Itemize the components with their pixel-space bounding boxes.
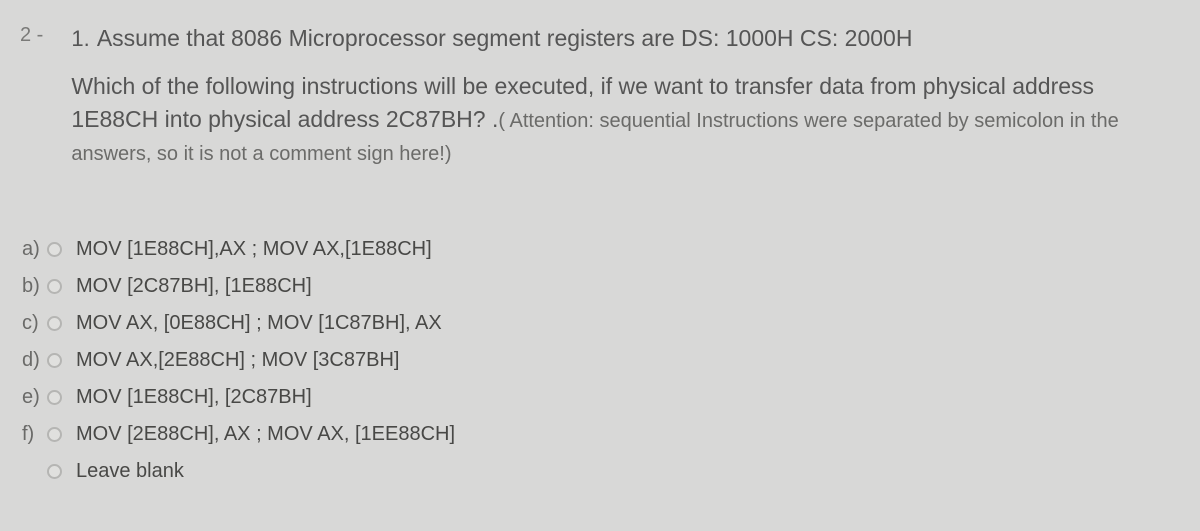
radio-icon[interactable]	[47, 390, 62, 405]
radio-icon[interactable]	[47, 242, 62, 257]
option-text: MOV AX, [0E88CH] ; MOV [1C87BH], AX	[76, 312, 442, 335]
question-line1: 1. Assume that 8086 Microprocessor segme…	[71, 22, 1180, 55]
question-body: 1. Assume that 8086 Microprocessor segme…	[71, 22, 1180, 170]
option-text: MOV [2E88CH], AX ; MOV AX, [1EE88CH]	[76, 423, 455, 446]
options-list: a) MOV [1E88CH],AX ; MOV AX,[1E88CH] b) …	[20, 238, 1180, 483]
radio-icon[interactable]	[47, 464, 62, 479]
option-row[interactable]: c) MOV AX, [0E88CH] ; MOV [1C87BH], AX	[22, 312, 1180, 335]
option-text: MOV [1E88CH],AX ; MOV AX,[1E88CH]	[76, 238, 432, 261]
option-label: d)	[22, 349, 47, 372]
question-header: 2 - 1. Assume that 8086 Microprocessor s…	[20, 22, 1180, 170]
option-label: a)	[22, 238, 47, 261]
option-row[interactable]: d) MOV AX,[2E88CH] ; MOV [3C87BH]	[22, 349, 1180, 372]
option-row[interactable]: b) MOV [2C87BH], [1E88CH]	[22, 275, 1180, 298]
leave-blank-row[interactable]: Leave blank	[22, 460, 1180, 483]
option-text: MOV [2C87BH], [1E88CH]	[76, 275, 312, 298]
question-text-1: Assume that 8086 Microprocessor segment …	[97, 25, 913, 51]
question-number: 2 -	[20, 24, 43, 47]
leave-blank-text: Leave blank	[76, 460, 184, 483]
radio-icon[interactable]	[47, 353, 62, 368]
question-container: 2 - 1. Assume that 8086 Microprocessor s…	[0, 0, 1200, 512]
question-line2: Which of the following instructions will…	[71, 70, 1180, 170]
radio-icon[interactable]	[47, 316, 62, 331]
option-label: f)	[22, 423, 47, 446]
option-row[interactable]: e) MOV [1E88CH], [2C87BH]	[22, 386, 1180, 409]
option-text: MOV AX,[2E88CH] ; MOV [3C87BH]	[76, 349, 399, 372]
option-row[interactable]: a) MOV [1E88CH],AX ; MOV AX,[1E88CH]	[22, 238, 1180, 261]
question-prefix: 1.	[71, 26, 89, 51]
option-row[interactable]: f) MOV [2E88CH], AX ; MOV AX, [1EE88CH]	[22, 423, 1180, 446]
option-label: e)	[22, 386, 47, 409]
option-label: b)	[22, 275, 47, 298]
radio-icon[interactable]	[47, 279, 62, 294]
option-label: c)	[22, 312, 47, 335]
radio-icon[interactable]	[47, 427, 62, 442]
option-text: MOV [1E88CH], [2C87BH]	[76, 386, 312, 409]
